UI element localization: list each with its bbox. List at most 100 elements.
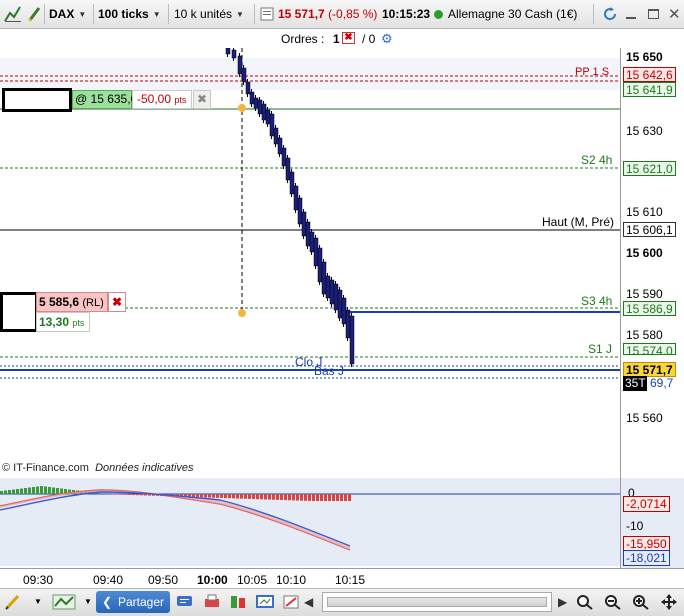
histogram-bar xyxy=(228,494,231,499)
screen-icon[interactable] xyxy=(256,594,274,610)
stop-loss-price[interactable]: 5 585,6 (RL) xyxy=(36,292,108,312)
histogram-bar xyxy=(340,494,343,501)
histogram-bar xyxy=(280,494,283,500)
refresh-icon[interactable] xyxy=(602,0,618,28)
maximize-icon[interactable] xyxy=(648,0,659,28)
level-label-s2: S2 4h xyxy=(581,153,613,167)
price-tag-pp: 15 642,6 xyxy=(623,67,676,82)
time-scrollbar[interactable] xyxy=(322,592,552,612)
orders-bar: Ordres : 1 ✖ / 0 ⚙ xyxy=(0,29,684,48)
histogram-bar xyxy=(288,494,291,501)
share-button[interactable]: ❮ Partager xyxy=(96,591,170,613)
histogram-bar xyxy=(324,494,327,501)
time-tick: 10:00 xyxy=(197,573,228,587)
histogram-bar xyxy=(48,487,51,494)
orders-pending-count: / 0 xyxy=(362,32,376,46)
zoom-in-icon[interactable] xyxy=(632,594,650,610)
time-tick: 10:05 xyxy=(237,573,268,587)
candle xyxy=(321,261,327,295)
histogram-bar xyxy=(132,494,135,496)
histogram-bar xyxy=(268,494,271,500)
candle xyxy=(301,211,307,237)
scroll-right-icon[interactable]: ▶ xyxy=(558,594,576,610)
level-label-s3: S3 4h xyxy=(581,294,613,308)
move-icon[interactable] xyxy=(660,594,678,610)
candle xyxy=(265,109,271,125)
candle xyxy=(337,289,343,319)
histogram-bar xyxy=(96,493,99,494)
histogram-bar xyxy=(208,494,211,498)
countdown-badge: 35T xyxy=(623,376,647,391)
histogram-bar xyxy=(284,494,287,501)
alert-icon[interactable] xyxy=(282,594,300,610)
instrument-label[interactable]: Allemagne 30 Cash (1€) xyxy=(434,0,577,28)
time-axis[interactable]: 09:30 09:40 09:50 10:00 10:05 10:10 10:1… xyxy=(0,568,684,588)
cancel-stop-icon[interactable]: ✖ xyxy=(108,292,126,312)
histogram-bar xyxy=(264,494,267,500)
histogram-bar xyxy=(52,487,55,494)
indicator-tick: -10 xyxy=(626,519,644,533)
histogram-bar xyxy=(16,489,19,494)
candle xyxy=(257,99,263,115)
position-entry-price[interactable]: @ 15 635,6 xyxy=(72,90,137,109)
current-price: 15 571,7 xyxy=(278,7,325,21)
scrollbar-thumb[interactable] xyxy=(327,597,547,607)
pencil-icon[interactable] xyxy=(4,594,22,610)
zoom-fit-icon[interactable] xyxy=(576,594,594,610)
close-icon[interactable]: ✕ xyxy=(668,0,681,28)
orders-icon[interactable] xyxy=(229,594,247,610)
zoom-out-icon[interactable] xyxy=(604,594,622,610)
price-tag-s1: 15 641,9 xyxy=(623,82,676,97)
level-label-high: Haut (M, Pré) xyxy=(542,215,615,229)
orders-label: Ordres : xyxy=(281,32,325,46)
candles-svg xyxy=(0,48,620,379)
cancel-orders-icon[interactable]: ✖ xyxy=(342,32,355,44)
histogram-bar xyxy=(24,488,27,494)
position-box-redacted xyxy=(2,88,72,112)
scroll-left-icon[interactable]: ◀ xyxy=(304,594,322,610)
settings-gear-icon[interactable]: ⚙ xyxy=(381,31,393,47)
price-tag-s3: 15 586,9 xyxy=(623,301,676,316)
candle xyxy=(231,49,237,59)
indicator-dropdown-icon[interactable]: ▼ xyxy=(84,594,94,610)
candle xyxy=(273,127,279,145)
price-tag-high: 15 606,1 xyxy=(623,222,676,237)
price-tick: 15 590 xyxy=(626,287,663,301)
print-icon[interactable] xyxy=(203,594,221,610)
close-position-icon[interactable]: ✖ xyxy=(193,90,211,109)
level-label-pp: PP 1 S xyxy=(575,66,610,78)
ticks-select[interactable]: 100 ticks ▼ xyxy=(98,0,161,28)
histogram-bar xyxy=(348,494,351,501)
units-select[interactable]: 10 k unités ▼ xyxy=(174,0,244,28)
histogram-bar xyxy=(204,494,207,498)
price-tick: 15 610 xyxy=(626,205,663,219)
price-tick: 15 560 xyxy=(626,411,663,425)
candle xyxy=(245,81,251,95)
minimize-icon[interactable] xyxy=(626,0,636,28)
histogram-bar xyxy=(128,494,131,495)
histogram-bar xyxy=(328,494,331,501)
histogram-bar xyxy=(20,488,23,494)
time-tick: 10:15 xyxy=(335,573,366,587)
copy-icon[interactable] xyxy=(260,0,274,28)
orders-open-count: 1 xyxy=(333,32,340,46)
pencil-dropdown-icon[interactable]: ▼ xyxy=(34,594,44,610)
histogram-bar xyxy=(300,494,303,501)
histogram-bar xyxy=(244,494,247,499)
price-tick: 15 630 xyxy=(626,124,663,138)
price-tag-s1j: 15 574,0 xyxy=(623,343,676,355)
time-tick: 09:30 xyxy=(23,573,54,587)
chart-type-icon[interactable] xyxy=(3,0,23,28)
candle xyxy=(309,231,315,253)
price-tag-current: 15 571,7 xyxy=(623,362,676,377)
indicator-icon[interactable] xyxy=(52,594,76,610)
candle xyxy=(325,275,331,299)
symbol-select[interactable]: DAX ▼ xyxy=(49,0,86,28)
histogram-bar xyxy=(344,494,347,501)
histogram-bar xyxy=(40,486,43,494)
histogram-bar xyxy=(308,494,311,501)
histogram-bar xyxy=(292,494,295,501)
draw-tool-icon[interactable] xyxy=(27,0,43,28)
histogram-bar xyxy=(212,494,215,498)
chat-icon[interactable] xyxy=(176,594,194,610)
